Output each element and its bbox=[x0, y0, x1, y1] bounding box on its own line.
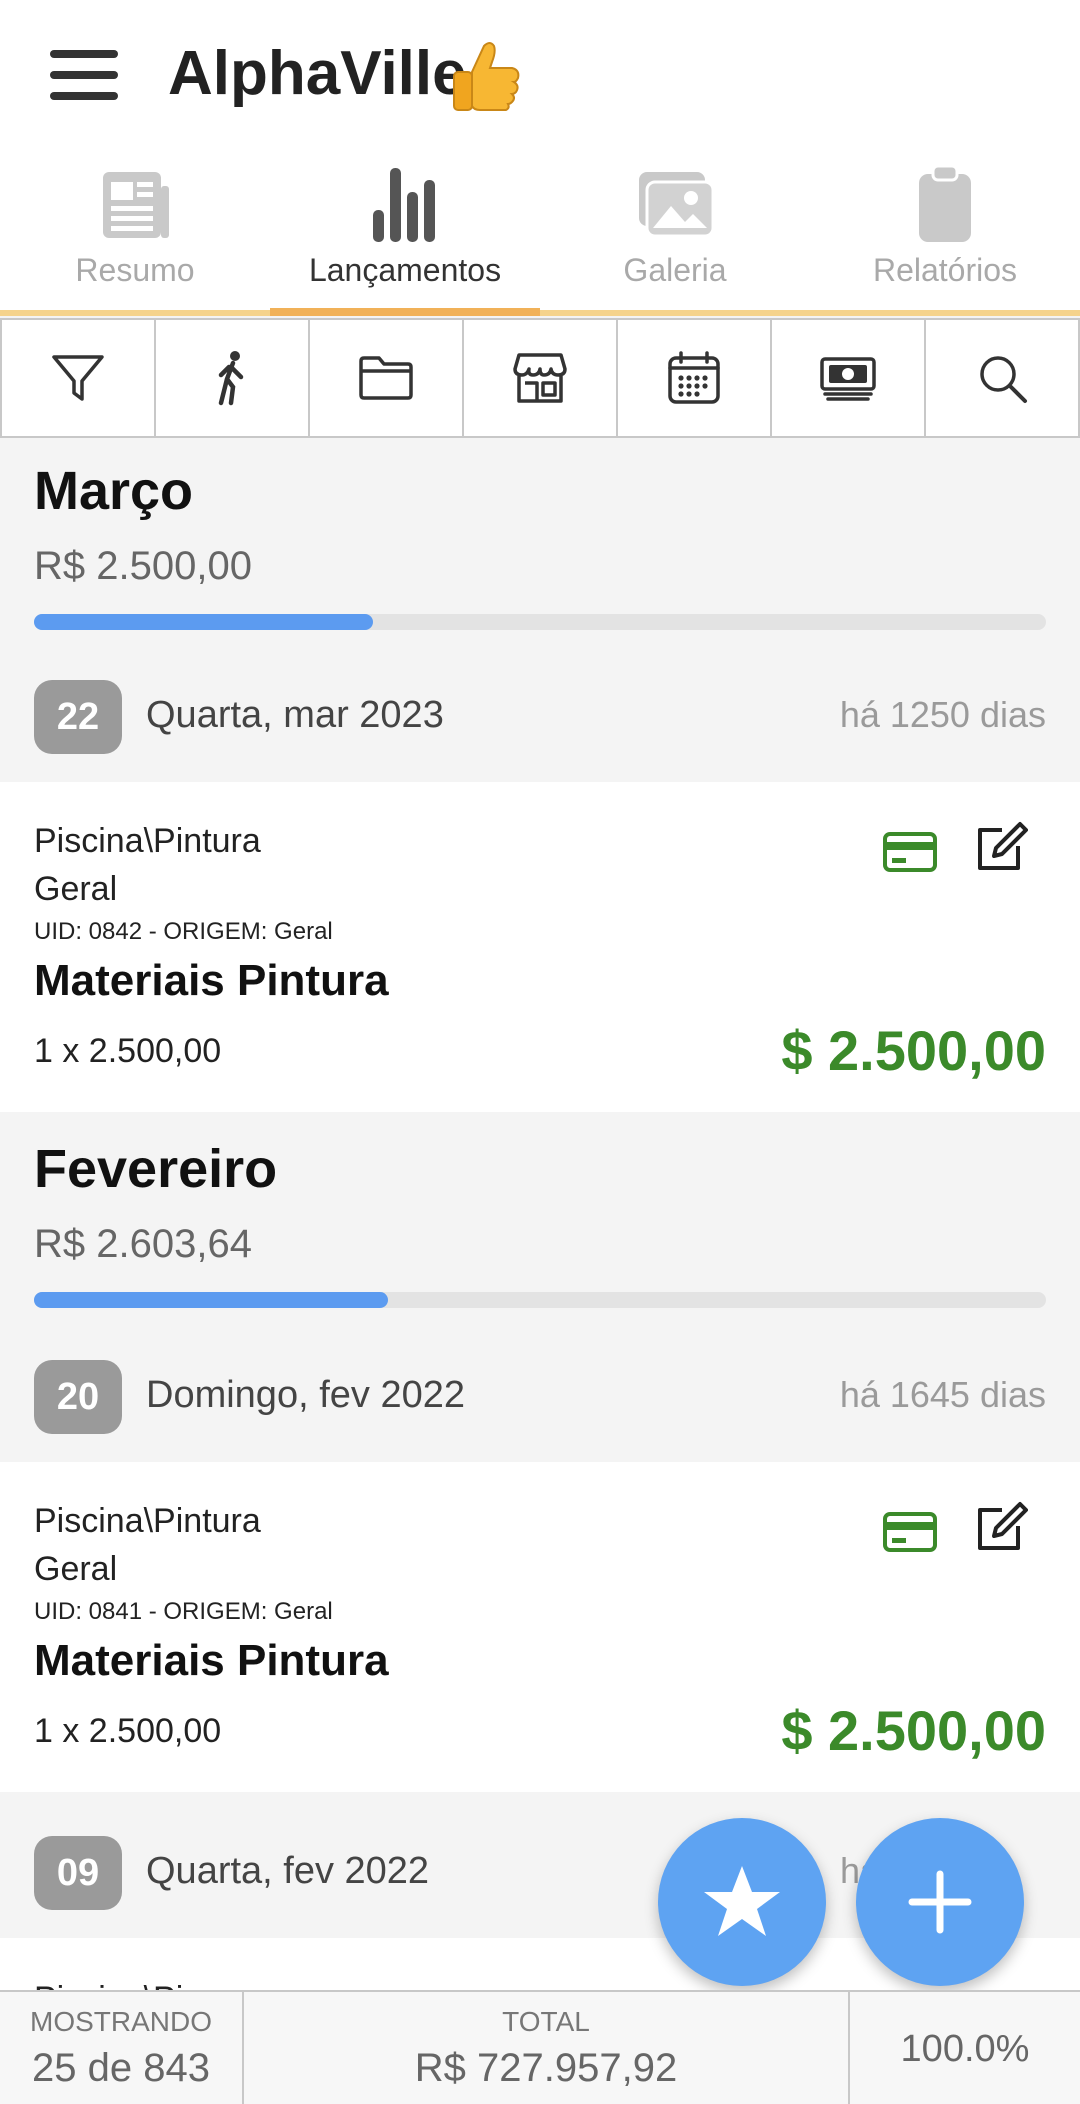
entry-description: Materiais Pintura bbox=[34, 1636, 389, 1685]
folder-icon bbox=[359, 356, 413, 400]
showing-label: MOSTRANDO bbox=[30, 2006, 212, 2037]
day-badge: 22 bbox=[34, 680, 122, 754]
search-icon bbox=[980, 356, 1027, 403]
entry-path: Piscina\Pintura bbox=[34, 1502, 261, 1540]
tab-relatorios[interactable]: Relatórios bbox=[810, 150, 1080, 310]
add-button[interactable] bbox=[856, 1818, 1024, 1986]
thumbs-up-icon bbox=[453, 42, 520, 111]
folder-filter-button[interactable] bbox=[310, 320, 464, 436]
person-filter-button[interactable] bbox=[156, 320, 310, 436]
entry-amount: $ 2.500,00 bbox=[781, 1019, 1046, 1082]
showing-value: 25 de 843 bbox=[32, 2046, 210, 2090]
month-progress-fill bbox=[34, 1292, 389, 1308]
entry-quantity: 1 x 2.500,00 bbox=[34, 1032, 222, 1070]
percent-cell: 100.0% bbox=[850, 1992, 1080, 2104]
store-icon bbox=[513, 353, 567, 403]
money-icon bbox=[820, 357, 876, 401]
edit-icon[interactable] bbox=[972, 820, 1028, 876]
filter-icon bbox=[52, 355, 104, 401]
bar-chart-icon bbox=[373, 168, 435, 242]
filter-button[interactable] bbox=[2, 320, 156, 436]
tab-bar: Resumo Lançamentos Galeria Relatórios bbox=[0, 150, 1080, 316]
day-label: Domingo, fev 2022 bbox=[146, 1374, 465, 1416]
day-badge: 20 bbox=[34, 1360, 122, 1434]
entry-origin: Geral bbox=[34, 1550, 118, 1588]
money-filter-button[interactable] bbox=[772, 320, 926, 436]
calendar-icon bbox=[668, 351, 720, 404]
day-label: Quarta, mar 2023 bbox=[146, 694, 444, 736]
percent-value: 100.0% bbox=[900, 2028, 1030, 2070]
search-button[interactable] bbox=[926, 320, 1078, 436]
total-value: R$ 727.957,92 bbox=[414, 2046, 678, 2090]
favorite-button[interactable] bbox=[658, 1818, 826, 1986]
entry-origin: Geral bbox=[34, 870, 118, 908]
month-total: R$ 2.500,00 bbox=[34, 544, 252, 588]
days-ago: há 1250 dias bbox=[839, 694, 1046, 735]
date-filter-button[interactable] bbox=[618, 320, 772, 436]
entry-uid: UID: 0842 - ORIGEM: Geral bbox=[34, 918, 333, 945]
day-header: 22 Quarta, mar 2023 há 1250 dias bbox=[0, 646, 1080, 782]
filter-toolbar bbox=[0, 318, 1080, 438]
walking-person-icon bbox=[218, 351, 244, 406]
month-section: Março R$ 2.500,00 bbox=[0, 438, 1080, 646]
day-badge: 09 bbox=[34, 1836, 122, 1910]
month-name: Fevereiro bbox=[34, 1139, 278, 1199]
entry-description: Materiais Pintura bbox=[34, 956, 389, 1005]
total-label: TOTAL bbox=[502, 2006, 590, 2037]
app-screen: AlphaVille Resumo Lançamentos Galeria Re… bbox=[0, 0, 1080, 2104]
entry-path: Piscina\Pintura bbox=[34, 822, 261, 860]
days-ago: há 1645 dias bbox=[839, 1374, 1046, 1415]
summary-footer: MOSTRANDO 25 de 843 TOTAL R$ 727.957,92 … bbox=[0, 1990, 1080, 2104]
store-filter-button[interactable] bbox=[464, 320, 618, 436]
plus-icon bbox=[908, 1870, 972, 1934]
day-label: Quarta, fev 2022 bbox=[146, 1850, 430, 1892]
entry-card[interactable]: Piscina\Pintura Geral UID: 0841 - ORIGEM… bbox=[0, 1462, 1080, 1792]
credit-card-icon[interactable] bbox=[882, 1504, 938, 1560]
entry-card[interactable]: Piscina\Pintura Geral UID: 0842 - ORIGEM… bbox=[0, 782, 1080, 1112]
menu-icon[interactable] bbox=[50, 50, 118, 100]
month-section: Fevereiro R$ 2.603,64 bbox=[0, 1116, 1080, 1328]
entry-quantity: 1 x 2.500,00 bbox=[34, 1712, 222, 1750]
total-amount: TOTAL R$ 727.957,92 bbox=[244, 1992, 850, 2104]
app-header: AlphaVille bbox=[0, 0, 1080, 150]
clipboard-icon bbox=[919, 164, 971, 242]
entry-amount: $ 2.500,00 bbox=[781, 1699, 1046, 1762]
edit-icon[interactable] bbox=[972, 1500, 1028, 1556]
tab-lancamentos[interactable]: Lançamentos bbox=[270, 150, 540, 316]
month-total: R$ 2.603,64 bbox=[34, 1222, 252, 1266]
star-icon bbox=[704, 1866, 780, 1936]
app-title: AlphaVille bbox=[168, 39, 467, 108]
month-progress-fill bbox=[34, 614, 374, 630]
day-header: 20 Domingo, fev 2022 há 1645 dias bbox=[0, 1326, 1080, 1462]
gallery-icon bbox=[639, 172, 715, 238]
month-name: Março bbox=[34, 461, 194, 521]
entry-uid: UID: 0841 - ORIGEM: Geral bbox=[34, 1598, 333, 1625]
month-progress-bar bbox=[34, 614, 1046, 630]
showing-count: MOSTRANDO 25 de 843 bbox=[0, 1992, 244, 2104]
month-progress-bar bbox=[34, 1292, 1046, 1308]
credit-card-icon[interactable] bbox=[882, 824, 938, 880]
tab-galeria[interactable]: Galeria bbox=[540, 150, 810, 310]
tab-resumo[interactable]: Resumo bbox=[0, 150, 270, 310]
newspaper-icon bbox=[103, 172, 169, 238]
